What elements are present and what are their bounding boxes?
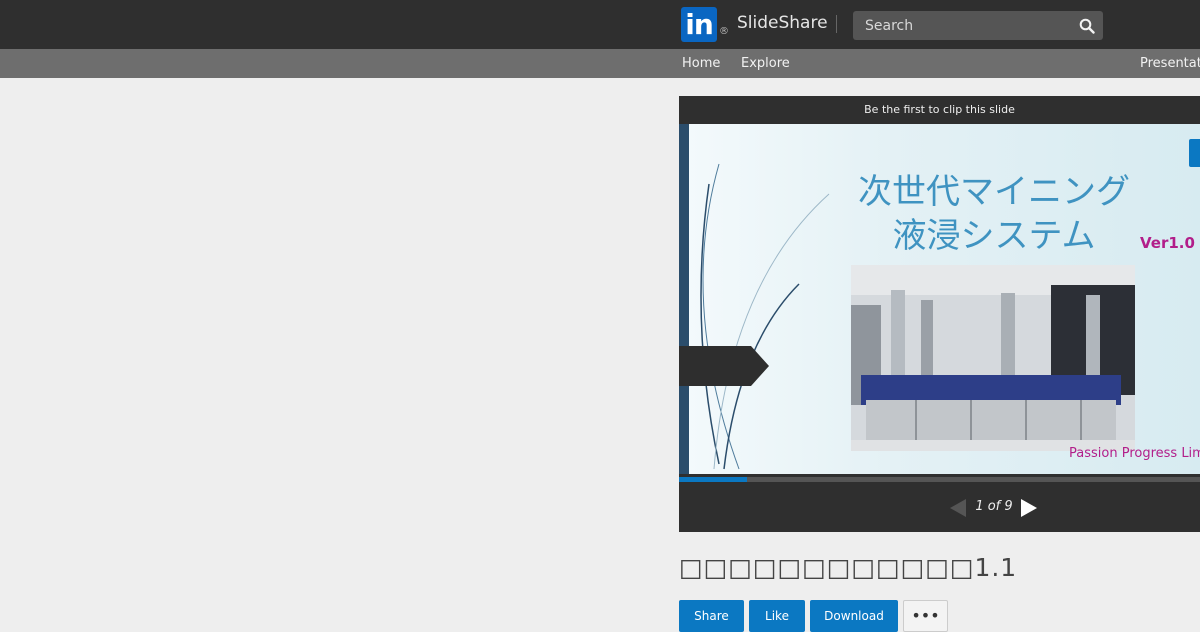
more-options-button[interactable]: ••• — [903, 600, 948, 632]
slide-title: 次世代マイニング 液浸システム — [829, 170, 1159, 258]
slide-progress-fill — [679, 477, 747, 482]
search-icon[interactable] — [1079, 18, 1095, 34]
search-input[interactable] — [853, 11, 1075, 40]
slide-footer: Passion Progress Lim — [1069, 446, 1200, 461]
download-button[interactable]: Download — [810, 600, 898, 632]
slide-title-line2: 液浸システム — [892, 216, 1096, 256]
slide-photo — [851, 265, 1135, 451]
page-indicator: 1 of 9 — [975, 499, 1013, 514]
linkedin-logo[interactable]: in — [681, 7, 717, 42]
slide-pager: 1 of 9 — [679, 494, 1200, 522]
clip-prompt[interactable]: Be the first to clip this slide — [679, 96, 1200, 124]
previous-slide-icon[interactable] — [948, 498, 968, 518]
slide-title-line1: 次世代マイニング — [858, 172, 1130, 212]
next-slide-icon[interactable] — [1019, 498, 1039, 518]
slide-player: Be the first to clip this slide 次世代マイニング… — [679, 96, 1200, 532]
brand-divider — [836, 15, 837, 33]
brand-name[interactable]: SlideShare — [737, 13, 828, 33]
search-box — [853, 11, 1103, 40]
like-button[interactable]: Like — [749, 600, 805, 632]
nav-bar: Home Explore Presentat — [0, 49, 1200, 78]
registered-mark: ® — [719, 26, 729, 37]
share-button[interactable]: Share — [679, 600, 744, 632]
slide-corner-marker — [1189, 139, 1200, 167]
slide-progress-bar[interactable] — [679, 477, 1200, 482]
nav-explore[interactable]: Explore — [741, 56, 790, 71]
top-bar: in ® SlideShare — [0, 0, 1200, 49]
nav-presentations[interactable]: Presentat — [1140, 56, 1200, 71]
slide-view[interactable]: 次世代マイニング 液浸システム Ver1.0 Passion Progress … — [679, 124, 1200, 474]
slide-version: Ver1.0 — [1140, 234, 1195, 252]
document-title: □□□□□□□□□□□□1.1 — [679, 553, 1018, 582]
nav-home[interactable]: Home — [682, 56, 720, 71]
